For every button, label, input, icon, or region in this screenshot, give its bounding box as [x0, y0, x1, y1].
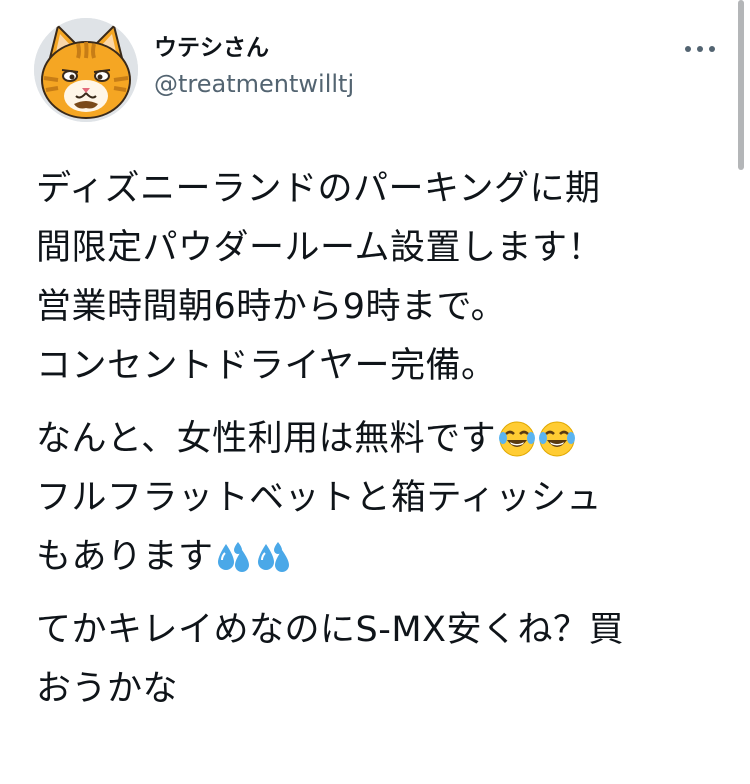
display-name[interactable]: ウテシさん: [154, 33, 354, 63]
more-options-icon: [685, 46, 715, 52]
more-options-button[interactable]: [676, 34, 724, 64]
tweet-line: 間限定パウダールーム設置します！: [36, 228, 603, 268]
tweet-paragraph: ディズニーランドのパーキングに期 間限定パウダールーム設置します！ 営業時間朝6…: [36, 160, 726, 396]
scrollbar[interactable]: [738, 0, 744, 170]
tweet-line-text: もあります: [36, 537, 214, 577]
tweet-line: てかキレイめなのにS-MX安くね？買: [36, 610, 625, 650]
user-handle[interactable]: @treatmentwilltj: [154, 69, 354, 99]
sweat-droplets-emoji: [256, 538, 294, 576]
face-with-tears-of-joy-emoji: [538, 420, 576, 458]
avatar[interactable]: [34, 18, 138, 122]
tweet-line: フルフラットベットと箱ティッシュ: [36, 478, 602, 518]
sweat-droplets-emoji: [216, 538, 254, 576]
tweet-paragraph: なんと、女性利用は無料です フルフラットベットと箱ティッシュ もあります: [36, 410, 726, 587]
tweet-header: ウテシさん @treatmentwilltj: [0, 0, 750, 140]
tweet-line: コンセントドライヤー完備。: [36, 346, 497, 386]
tweet-paragraph: てかキレイめなのにS-MX安くね？買 おうかな: [36, 601, 726, 719]
face-with-tears-of-joy-emoji: [498, 420, 536, 458]
tweet-line-with-emoji: なんと、女性利用は無料です: [36, 410, 726, 469]
tweet-text: ディズニーランドのパーキングに期 間限定パウダールーム設置します！ 営業時間朝6…: [36, 160, 726, 719]
tweet-line: 営業時間朝6時から9時まで。: [36, 287, 507, 327]
user-info: ウテシさん @treatmentwilltj: [154, 33, 354, 99]
tweet-line-text: なんと、女性利用は無料です: [36, 419, 497, 459]
tweet-line: おうかな: [36, 669, 179, 709]
tweet-line-with-emoji: もあります: [36, 528, 726, 587]
tweet-line: ディズニーランドのパーキングに期: [36, 169, 601, 209]
cat-avatar-icon: [34, 18, 138, 122]
